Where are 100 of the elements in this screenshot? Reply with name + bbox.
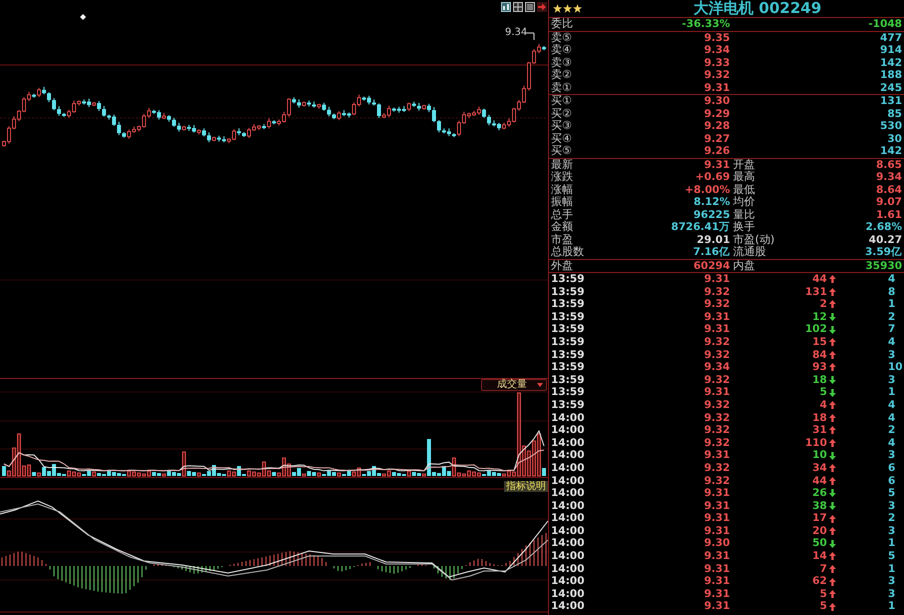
tick-volume: 26 bbox=[812, 487, 827, 500]
partial-number: 4 bbox=[887, 273, 896, 286]
bid-price: 9.27 bbox=[703, 132, 730, 145]
tick-time: 13:59 bbox=[551, 374, 586, 386]
bid-label: 买⑤ bbox=[551, 145, 573, 158]
ask-volume: 142 bbox=[879, 56, 902, 69]
stat-value: 8726.41万 bbox=[670, 221, 730, 234]
tick-price: 9.31 bbox=[703, 500, 730, 512]
indicator-dropdown[interactable]: 成交量 bbox=[481, 379, 547, 391]
partial-number: 3 bbox=[887, 588, 896, 600]
ask-volume: 188 bbox=[879, 69, 902, 82]
grid-icon[interactable] bbox=[513, 2, 523, 12]
stat-value: +0.69 bbox=[694, 171, 730, 184]
tick-volume: 131 bbox=[805, 286, 827, 298]
stat-label: 总股数 bbox=[551, 246, 585, 258]
ask-price: 9.32 bbox=[703, 69, 730, 82]
tick-price: 9.31 bbox=[703, 512, 730, 525]
tick-price: 9.32 bbox=[703, 474, 730, 488]
star-icon bbox=[553, 4, 562, 13]
tick-price: 9.31 bbox=[703, 588, 730, 600]
tick-time: 14:00 bbox=[551, 500, 586, 512]
stat-label: 开盘 bbox=[732, 158, 756, 170]
tick-time: 14:00 bbox=[551, 600, 586, 614]
partial-number: 4 bbox=[887, 398, 896, 412]
tick-volume: 102 bbox=[805, 323, 827, 336]
bid-volume: 85 bbox=[886, 108, 902, 120]
tick-price: 9.31 bbox=[703, 386, 730, 399]
tick-volume: 4 bbox=[820, 398, 827, 412]
tick-price: 9.31 bbox=[703, 550, 730, 563]
stat-value: 2.68% bbox=[864, 221, 902, 234]
tick-volume: 62 bbox=[812, 575, 827, 588]
high-price-label: 9.34 bbox=[505, 27, 528, 39]
ask-label: 卖③ bbox=[551, 56, 573, 69]
tick-price: 9.32 bbox=[703, 336, 730, 349]
list-icon[interactable] bbox=[525, 2, 535, 12]
tick-volume: 12 bbox=[812, 310, 827, 324]
tick-price: 9.31 bbox=[703, 273, 730, 286]
tick-time: 14:00 bbox=[551, 424, 586, 437]
star-icon bbox=[573, 4, 582, 13]
stat-label: 涨幅 bbox=[551, 184, 574, 196]
stat-value: 9.34 bbox=[875, 171, 902, 184]
tick-price: 9.31 bbox=[703, 449, 730, 462]
stat-label: 最低 bbox=[732, 184, 756, 196]
tick-price: 9.31 bbox=[703, 487, 730, 500]
tick-volume: 20 bbox=[812, 524, 827, 538]
bid-price: 9.30 bbox=[703, 95, 730, 108]
arrow-icon[interactable] bbox=[537, 2, 547, 12]
partial-number: 5 bbox=[887, 487, 896, 500]
ask-price: 9.33 bbox=[703, 56, 730, 69]
tick-time: 13:59 bbox=[551, 336, 586, 349]
tick-volume: 14 bbox=[812, 550, 827, 563]
ask-label: 卖④ bbox=[551, 44, 573, 56]
tick-price: 9.31 bbox=[703, 310, 730, 324]
tick-volume: 84 bbox=[812, 348, 827, 362]
tick-volume: 44 bbox=[812, 273, 827, 286]
tick-time: 13:59 bbox=[551, 310, 586, 324]
partial-number: 4 bbox=[887, 412, 896, 424]
partial-number: 1 bbox=[887, 386, 896, 399]
tick-time: 14:00 bbox=[551, 449, 586, 462]
tick-time: 13:59 bbox=[551, 273, 586, 286]
stat-value: 9.31 bbox=[703, 158, 730, 171]
tick-price: 9.31 bbox=[703, 575, 730, 588]
stat-value: 9.07 bbox=[875, 196, 902, 208]
tick-volume: 110 bbox=[805, 436, 827, 450]
tick-price: 9.31 bbox=[703, 600, 730, 614]
stat-value: 8.65 bbox=[875, 158, 902, 171]
stat-label: 市盈 bbox=[551, 234, 574, 246]
stat-label: 总手 bbox=[551, 208, 574, 220]
tick-volume: 38 bbox=[812, 500, 827, 512]
tick-price: 9.32 bbox=[703, 398, 730, 412]
tick-volume: 17 bbox=[812, 512, 827, 525]
tick-time: 14:00 bbox=[551, 487, 586, 500]
tick-time: 13:59 bbox=[551, 298, 586, 311]
bid-label: 买② bbox=[551, 108, 573, 120]
stat-value: 60294 bbox=[692, 260, 730, 272]
stat-value: 29.01 bbox=[696, 234, 730, 246]
partial-number: 6 bbox=[887, 462, 896, 474]
tick-time: 13:59 bbox=[551, 386, 586, 399]
bid-label: 买④ bbox=[551, 132, 573, 145]
stat-label: 量比 bbox=[732, 208, 756, 221]
stat-value: +8.00% bbox=[684, 184, 730, 196]
ask-volume: 245 bbox=[879, 82, 902, 94]
ask-price: 9.31 bbox=[703, 82, 730, 94]
partial-number: 1 bbox=[887, 298, 896, 311]
tick-price: 9.30 bbox=[703, 537, 730, 550]
bid-volume: 142 bbox=[879, 145, 902, 158]
bar-chart-icon[interactable] bbox=[501, 2, 511, 12]
indicator-help-button[interactable]: 指标说明 bbox=[504, 481, 548, 492]
tick-time: 14:00 bbox=[551, 575, 586, 588]
bid-price: 9.26 bbox=[703, 145, 730, 158]
stat-value: 35930 bbox=[864, 260, 902, 272]
leader-line bbox=[524, 32, 534, 40]
tick-volume: 31 bbox=[812, 424, 827, 437]
bid-volume: 131 bbox=[879, 95, 902, 108]
tick-time: 14:00 bbox=[551, 524, 586, 538]
bid-label: 买③ bbox=[551, 120, 573, 132]
ask-price: 9.34 bbox=[703, 44, 730, 56]
tick-time: 14:00 bbox=[551, 562, 586, 576]
tick-price: 9.31 bbox=[703, 323, 730, 336]
order-ratio-percent: -36.33% bbox=[680, 18, 730, 30]
